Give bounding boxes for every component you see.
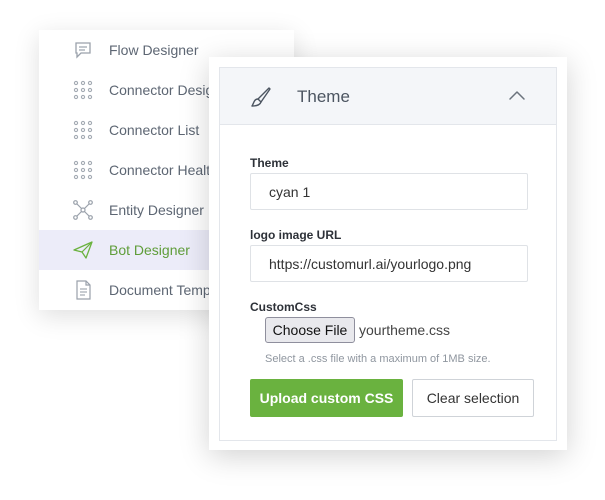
theme-panel: Theme Theme logo image URL CustomCss Cho…: [209, 57, 567, 450]
sidebar-item-label: Bot Designer: [109, 242, 190, 258]
logo-url-input[interactable]: [250, 245, 528, 282]
grid-dots-icon: [73, 120, 93, 140]
chat-bubble-icon: [75, 42, 91, 59]
panel-title: Theme: [297, 87, 350, 106]
sidebar-item-label: Connector List: [109, 122, 200, 138]
network-nodes-icon: [73, 200, 93, 220]
custom-css-label: CustomCss: [250, 300, 317, 314]
sidebar-item-label: Entity Designer: [109, 202, 204, 218]
theme-panel-header[interactable]: Theme: [220, 68, 556, 125]
file-size-hint: Select a .css file with a maximum of 1MB…: [265, 353, 491, 365]
grid-dots-icon: [73, 80, 93, 100]
choose-file-button[interactable]: Choose File: [265, 317, 355, 343]
chevron-up-icon[interactable]: [507, 86, 527, 106]
theme-input[interactable]: [250, 173, 528, 210]
logo-url-label: logo image URL: [250, 228, 342, 242]
paper-plane-icon: [73, 241, 93, 259]
selected-file-name: yourtheme.css: [359, 322, 451, 338]
document-icon: [76, 280, 91, 300]
theme-label: Theme: [250, 156, 289, 170]
theme-panel-body: Theme Theme logo image URL CustomCss Cho…: [219, 67, 557, 441]
grid-dots-icon: [73, 160, 93, 180]
paintbrush-icon: [251, 87, 271, 107]
clear-selection-button[interactable]: Clear selection: [412, 379, 534, 417]
sidebar-item-label: Connector Health: [109, 162, 218, 178]
upload-css-button[interactable]: Upload custom CSS: [250, 379, 403, 417]
sidebar-item-label: Flow Designer: [109, 42, 199, 58]
